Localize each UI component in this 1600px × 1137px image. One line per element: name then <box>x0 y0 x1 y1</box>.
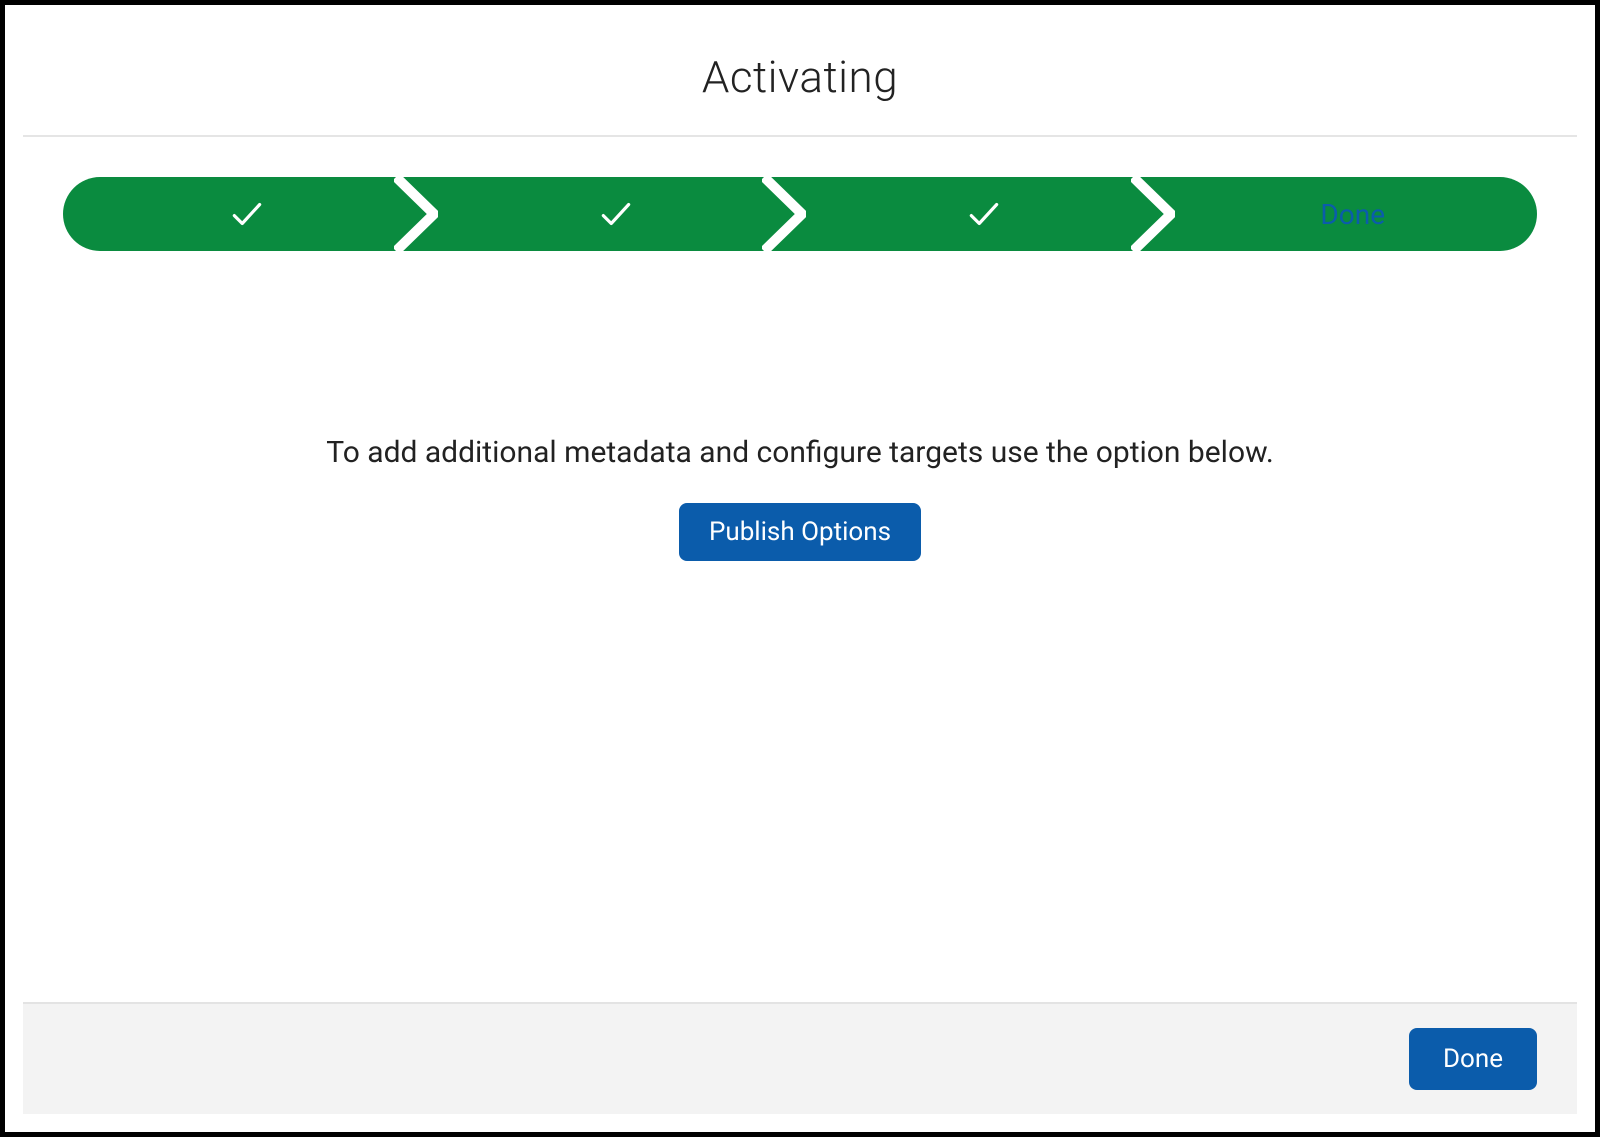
check-icon <box>228 195 266 233</box>
activating-modal: Activating <box>23 23 1577 1114</box>
step-divider-icon <box>1131 177 1175 251</box>
done-button[interactable]: Done <box>1409 1028 1537 1090</box>
publish-options-button[interactable]: Publish Options <box>679 503 921 561</box>
progress-step-2 <box>432 177 801 251</box>
progress-step-4: Done <box>1169 177 1538 251</box>
modal-body: Done To add additional metadata and conf… <box>23 137 1577 1002</box>
progress-step-1 <box>63 177 432 251</box>
modal-header: Activating <box>23 23 1577 137</box>
progress-indicator: Done <box>63 177 1537 251</box>
modal-footer: Done <box>23 1002 1577 1114</box>
instruction-text: To add additional metadata and configure… <box>326 431 1273 475</box>
modal-title: Activating <box>23 51 1577 103</box>
check-icon <box>597 195 635 233</box>
progress-step-label: Done <box>1320 198 1385 231</box>
window-frame: Activating <box>0 0 1600 1137</box>
check-icon <box>965 195 1003 233</box>
progress-step-3 <box>800 177 1169 251</box>
content-area: To add additional metadata and configure… <box>63 251 1537 1002</box>
